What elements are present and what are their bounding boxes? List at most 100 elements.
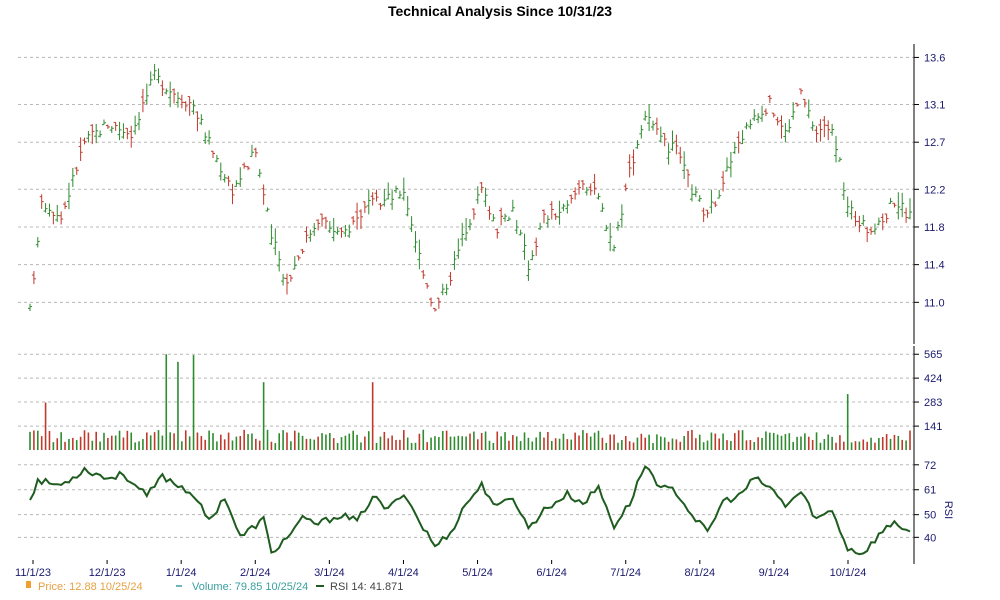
price-tick-label: 11.4: [924, 260, 945, 272]
price-bar: [876, 217, 881, 226]
price-bar: [892, 202, 897, 208]
price-bar: [74, 166, 79, 175]
price-bar: [795, 102, 800, 107]
volume-tick-label: 141: [924, 421, 942, 433]
price-bar: [837, 157, 842, 162]
price-bar: [125, 127, 130, 140]
price-bar: [666, 143, 671, 165]
x-tick-label: 8/1/24: [685, 567, 716, 579]
price-bar: [471, 208, 476, 220]
legend: Price: 12.88 10/25/24 Volume: 79.85 10/2…: [26, 581, 403, 593]
price-bar: [160, 80, 165, 96]
x-axis-ticks: 11/1/23 12/1/23 1/1/24 2/1/24 3/1/24 4/1/24 5/…: [15, 560, 866, 579]
price-bar: [857, 215, 862, 233]
price-bar: [66, 182, 71, 210]
price-tick-label: 13.6: [924, 52, 945, 64]
price-bar: [304, 226, 309, 243]
price-bar: [320, 213, 325, 227]
price-bar: [39, 194, 44, 209]
price-bar: [300, 248, 305, 254]
price-axis-ticks: 13.6 13.1 12.7 12.2 11.8 11.4 11.0: [914, 52, 945, 309]
price-bar: [101, 119, 106, 126]
price-bar: [880, 213, 885, 231]
rsi-line: [29, 464, 911, 556]
price-bar: [70, 167, 75, 187]
price-bar: [830, 123, 835, 136]
price-bar: [479, 182, 484, 193]
price-bar: [183, 101, 188, 112]
price-bar: [534, 237, 539, 256]
x-tick-label: 2/1/24: [240, 567, 271, 579]
price-bar: [627, 154, 632, 178]
price-bar: [172, 88, 177, 104]
price-bar: [152, 63, 157, 81]
price-bar: [195, 111, 200, 132]
price-bar: [865, 226, 870, 243]
price-bar: [756, 113, 761, 124]
price-bar: [277, 250, 282, 272]
price-bar: [654, 117, 659, 135]
price-bar: [662, 133, 667, 147]
price-bar: [140, 88, 145, 113]
price-bar: [549, 201, 554, 220]
price-bar: [390, 190, 395, 210]
price-bar: [425, 283, 430, 289]
price-bar: [849, 200, 854, 220]
price-bar: [732, 142, 737, 154]
price-bar: [452, 251, 457, 270]
price-bar: [693, 186, 698, 198]
price-bar: [121, 123, 126, 139]
x-tick-label: 10/1/24: [830, 567, 867, 579]
price-bar: [872, 223, 877, 235]
volume-gridlines: [18, 353, 914, 427]
price-bar: [444, 283, 449, 296]
price-bar: [98, 130, 103, 138]
x-tick-label: 11/1/23: [15, 567, 51, 579]
price-bar: [230, 183, 235, 205]
price-bar: [351, 216, 356, 225]
price-bar: [526, 260, 531, 281]
price-bar: [397, 190, 402, 199]
price-bar: [561, 203, 566, 212]
price-bar: [651, 120, 656, 131]
price-bar: [908, 198, 912, 220]
price-bar: [94, 123, 99, 144]
price-bar: [168, 81, 173, 108]
price-bar: [436, 297, 441, 309]
price-bar: [90, 124, 95, 145]
price-bar: [580, 180, 585, 190]
price-bar: [596, 193, 601, 200]
price-bar: [760, 105, 765, 122]
price-bar: [129, 125, 134, 148]
price-bar: [701, 207, 706, 223]
price-bar: [487, 205, 492, 220]
price-bar: [366, 189, 371, 215]
price-bar: [682, 151, 687, 179]
price-bar: [468, 218, 472, 231]
price-bar: [658, 126, 663, 143]
price-bar: [362, 201, 367, 213]
price-bar: [335, 227, 340, 235]
price-bar: [721, 170, 726, 192]
price-bar: [265, 207, 270, 212]
price-bar: [639, 125, 644, 139]
price-bar: [569, 194, 574, 204]
price-bar: [900, 192, 905, 218]
price-bar: [810, 121, 815, 131]
price-bar: [312, 223, 317, 237]
price-bar: [541, 209, 546, 224]
price-bar: [713, 201, 718, 208]
price-bar: [374, 189, 379, 202]
rsi-tick-label: 72: [924, 460, 936, 472]
price-bar: [767, 94, 772, 104]
price-bar: [643, 110, 648, 121]
price-bar: [386, 182, 391, 200]
rsi-tick-label: 40: [924, 532, 936, 544]
price-bar: [242, 162, 247, 169]
price-bar: [841, 182, 846, 200]
price-bar: [845, 196, 850, 218]
price-bar: [35, 237, 40, 248]
price-bar: [257, 168, 262, 178]
price-bar: [199, 114, 204, 125]
price-bar: [382, 188, 387, 207]
